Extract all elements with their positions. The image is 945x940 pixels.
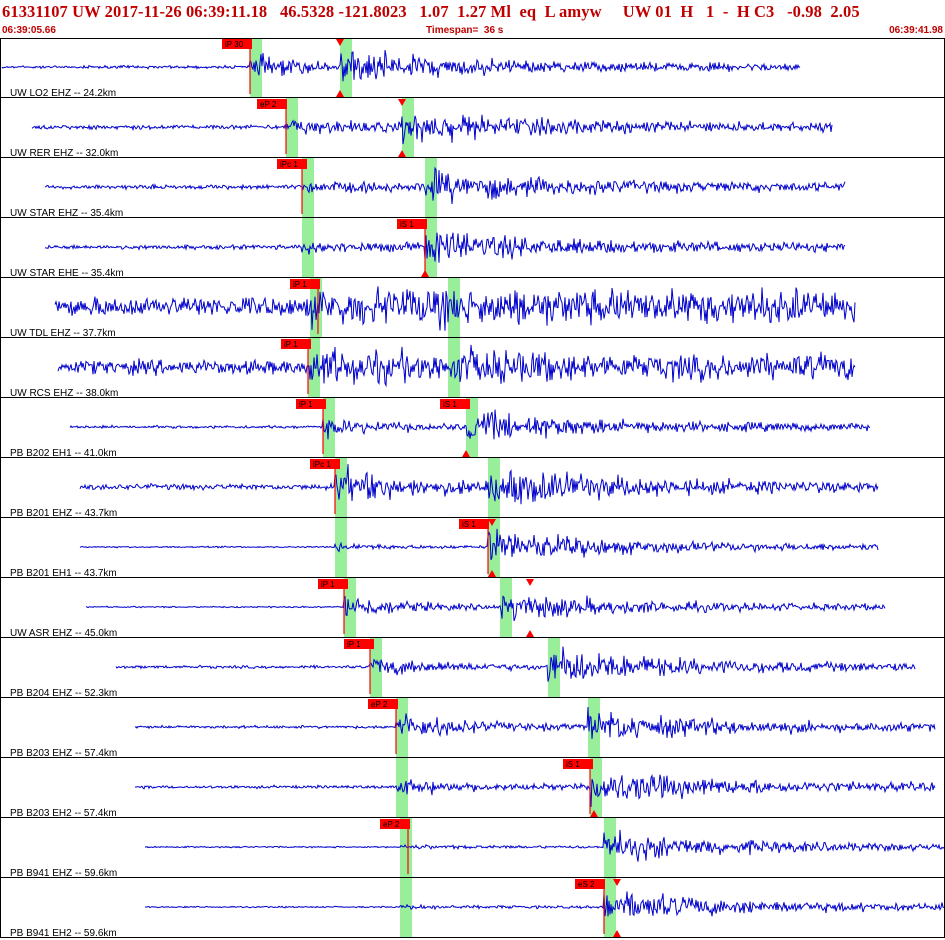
pick-flag[interactable]: iPc 1 bbox=[277, 159, 307, 169]
event-title: 61331107 UW 2017-11-26 06:39:11.18 46.53… bbox=[2, 2, 860, 21]
waveform-trace bbox=[31, 114, 833, 145]
trace-row[interactable]: iP 1UW TDL EHZ -- 37.7km bbox=[0, 278, 945, 339]
trace-row[interactable]: iP 1UW RCS EHZ -- 38.0km bbox=[0, 338, 945, 399]
pick-label: eS 2 bbox=[578, 880, 595, 889]
pick-flag[interactable]: iP 1 bbox=[344, 639, 374, 649]
pick-flag[interactable]: eS 2 bbox=[575, 879, 605, 889]
pick-flag[interactable]: iP 1 bbox=[290, 279, 320, 289]
trace-row[interactable]: iP 1UW ASR EHZ -- 45.0km bbox=[0, 578, 945, 639]
arrival-marker[interactable] bbox=[526, 579, 534, 586]
trace-row[interactable]: eS 2PB B941 EH2 -- 59.6km bbox=[0, 878, 945, 939]
pick-flag[interactable]: iS 1 bbox=[563, 759, 593, 769]
pick-flag[interactable]: iS 1 bbox=[459, 519, 489, 529]
waveform-trace bbox=[115, 646, 916, 682]
pick-flag[interactable]: iP 30 bbox=[222, 39, 252, 49]
waveform-trace bbox=[134, 706, 936, 739]
pick-label: iP 30 bbox=[225, 40, 244, 49]
waveform-trace bbox=[44, 232, 846, 263]
pick-flag[interactable]: iS 1 bbox=[397, 219, 427, 229]
trace-row[interactable]: iP 1PB B204 EHZ -- 52.3km bbox=[0, 638, 945, 699]
s-pick-window bbox=[448, 278, 460, 338]
pick-label: iS 1 bbox=[566, 760, 580, 769]
pick-label: iS 1 bbox=[400, 220, 414, 229]
pick-label: eP 2 bbox=[383, 820, 400, 829]
pick-flag[interactable]: eP 2 bbox=[380, 819, 410, 829]
pick-flag[interactable]: iPc 1 bbox=[310, 459, 340, 469]
timespan-label: Timespan= 36 s bbox=[426, 25, 504, 36]
pick-flag[interactable]: iP 1 bbox=[281, 339, 311, 349]
trace-row[interactable]: iPc 1PB B201 EHZ -- 43.7km bbox=[0, 458, 945, 519]
pick-label: iP 1 bbox=[293, 280, 307, 289]
seismogram-panel[interactable]: iP 30UW LO2 EHZ -- 24.2kmeP 2UW RER EHZ … bbox=[0, 38, 945, 940]
trace-row[interactable]: iP 30UW LO2 EHZ -- 24.2km bbox=[0, 38, 945, 99]
pick-label: iS 1 bbox=[443, 400, 457, 409]
trace-row[interactable]: eP 2PB B203 EHZ -- 57.4km bbox=[0, 698, 945, 759]
waveform-trace bbox=[79, 464, 879, 505]
event-header: 61331107 UW 2017-11-26 06:39:11.18 46.53… bbox=[0, 0, 945, 38]
trace-row[interactable]: eP 2PB B941 EHZ -- 59.6km bbox=[0, 818, 945, 879]
waveform-trace bbox=[1, 50, 801, 82]
pick-flag[interactable]: eP 2 bbox=[257, 99, 287, 109]
trace-row[interactable]: eP 2UW RER EHZ -- 32.0km bbox=[0, 98, 945, 159]
waveform-trace bbox=[144, 829, 945, 862]
s-pick-window bbox=[500, 578, 512, 638]
waveform-trace bbox=[144, 891, 945, 917]
pick-flag[interactable]: eP 2 bbox=[368, 699, 398, 709]
pick-label: iPc 1 bbox=[313, 460, 331, 469]
pick-flag[interactable]: iP 1 bbox=[318, 579, 348, 589]
pick-flag[interactable]: iS 1 bbox=[440, 399, 470, 409]
trace-row[interactable]: iS 1PB B203 EH2 -- 57.4km bbox=[0, 758, 945, 819]
waveform-trace bbox=[79, 528, 879, 561]
trace-row[interactable]: iP 1 iS 1PB B202 EH1 -- 41.0km bbox=[0, 398, 945, 459]
pick-label: eP 2 bbox=[260, 100, 277, 109]
pick-label: iP 1 bbox=[284, 340, 298, 349]
pick-label: eP 2 bbox=[371, 700, 388, 709]
pick-label: iPc 1 bbox=[280, 160, 298, 169]
waveform-trace bbox=[44, 166, 846, 205]
s-pick-window bbox=[488, 518, 500, 578]
start-time: 06:39:05.66 bbox=[2, 25, 56, 36]
pick-flag[interactable]: iP 1 bbox=[296, 399, 326, 409]
trace-row[interactable]: iS 1UW STAR EHE -- 35.4km bbox=[0, 218, 945, 279]
pick-label: iP 1 bbox=[299, 400, 313, 409]
pick-label: iS 1 bbox=[462, 520, 476, 529]
arrival-marker[interactable] bbox=[526, 630, 534, 637]
waveform-trace bbox=[85, 595, 886, 622]
trace-row[interactable]: iS 1PB B201 EH1 -- 43.7km bbox=[0, 518, 945, 579]
pick-label: iP 1 bbox=[321, 580, 335, 589]
waveform-trace bbox=[134, 773, 936, 808]
pick-label: iP 1 bbox=[347, 640, 361, 649]
trace-row[interactable]: iPc 1UW STAR EHZ -- 35.4km bbox=[0, 158, 945, 219]
end-time: 06:39:41.98 bbox=[889, 25, 943, 36]
